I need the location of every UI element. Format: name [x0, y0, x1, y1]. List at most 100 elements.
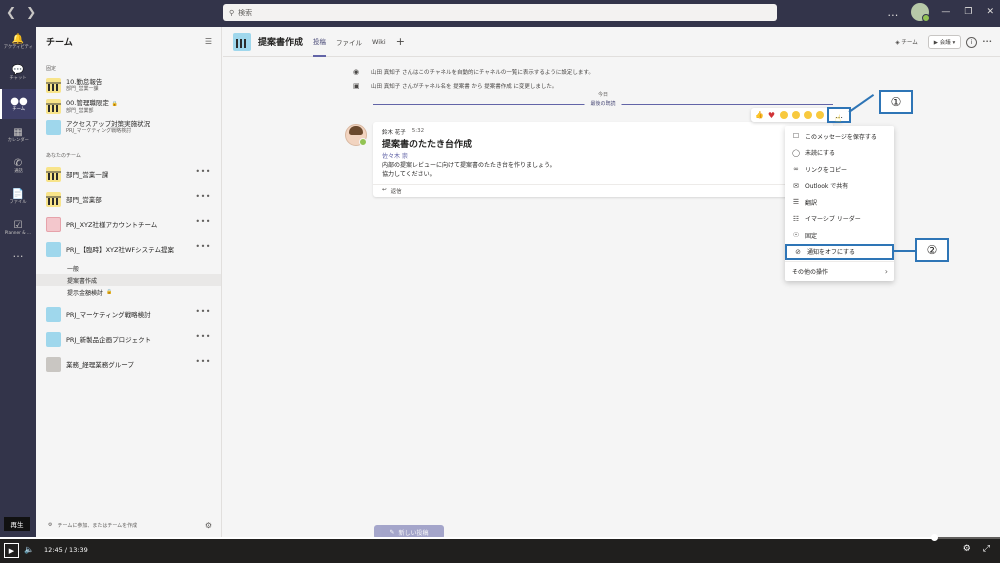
- fullscreen-icon[interactable]: ⤢: [983, 544, 990, 554]
- team-more-icon[interactable]: •••: [195, 217, 211, 226]
- rail-label: チャット: [9, 75, 27, 81]
- menu-label: その他の操作: [792, 268, 829, 276]
- files-icon: 📄: [11, 188, 25, 200]
- maximize-icon[interactable]: ❐: [964, 7, 972, 17]
- info-icon[interactable]: i: [966, 36, 978, 48]
- team-item[interactable]: 部門_営業一課 •••: [36, 162, 221, 187]
- menu-immersive-reader[interactable]: ☷ イマーシブ リーダー: [785, 211, 894, 228]
- rail-files[interactable]: 📄 ファイル: [0, 182, 36, 212]
- team-avatar: [46, 167, 61, 182]
- tab-posts[interactable]: 投稿: [313, 27, 327, 57]
- team-more-icon[interactable]: •••: [195, 307, 211, 316]
- surprised-reaction-icon[interactable]: [791, 111, 800, 120]
- lock-icon: 🔒: [111, 100, 119, 107]
- sad-reaction-icon[interactable]: [803, 111, 812, 120]
- rail-more-icon[interactable]: …: [0, 247, 36, 260]
- team-more-icon[interactable]: •••: [195, 332, 211, 341]
- channel-item-active[interactable]: 提案書作成: [36, 274, 221, 286]
- menu-pin[interactable]: ☉ 固定: [785, 227, 894, 244]
- menu-save-message[interactable]: ☐ このメッセージを保存する: [785, 128, 894, 145]
- angry-reaction-icon[interactable]: [815, 111, 824, 120]
- settings-icon[interactable]: ⚙: [205, 521, 212, 530]
- team-item[interactable]: PRJ_【臨時】XYZ社WFシステム提案 •••: [36, 237, 221, 262]
- team-more-icon[interactable]: •••: [195, 242, 211, 251]
- team-name: 00.管理職限定 🔒: [66, 99, 118, 108]
- menu-label: 通知をオフにする: [807, 249, 856, 257]
- join-create-team[interactable]: ⚙ チームに参加、またはチームを作成 ⚙: [36, 513, 222, 537]
- team-avatar: [46, 78, 61, 93]
- settings-icon[interactable]: ⚙: [963, 544, 971, 554]
- more-options-icon[interactable]: •••: [982, 39, 992, 45]
- player-controls-right: ⚙ ⤢: [963, 544, 990, 554]
- play-tooltip: 再生: [4, 517, 30, 531]
- pinned-item[interactable]: 00.管理職限定 🔒 部門_営業部: [36, 96, 221, 117]
- message-author[interactable]: 鈴木 花子: [382, 128, 406, 136]
- system-message: ◉ 山田 真知子 さんはこのチャネルを自動的にチャネルの一覧に表示するように設定…: [353, 68, 594, 76]
- search-input[interactable]: ⚲ 検索: [223, 4, 777, 21]
- menu-translate[interactable]: ☰ 翻訳: [785, 194, 894, 211]
- rail-calendar[interactable]: ▦ カレンダー: [0, 120, 36, 150]
- team-item[interactable]: 業務_経理業務グループ •••: [36, 352, 221, 377]
- team-text: 10.勤怠報告 部門_営業一課: [66, 78, 102, 93]
- channel-item[interactable]: 一般: [36, 262, 221, 274]
- today-label: 今日: [597, 92, 608, 98]
- team-badge-icon: ◈: [895, 40, 900, 46]
- message-card[interactable]: 鈴木 花子 5:32 提案書のたたき台作成 佐々木 崇 内部の提案レビューに向け…: [373, 122, 833, 197]
- filter-icon[interactable]: ☰: [205, 37, 212, 46]
- meet-button[interactable]: ▶ 会議 ▾: [927, 35, 962, 49]
- channel-title: 提案書作成: [258, 38, 304, 48]
- menu-more-actions[interactable]: その他の操作 ›: [785, 263, 894, 280]
- volume-icon[interactable]: 🔈: [24, 545, 34, 554]
- menu-share-outlook[interactable]: ✉ Outlook で共有: [785, 178, 894, 195]
- more-options-icon[interactable]: …: [887, 6, 899, 19]
- back-arrow-icon[interactable]: ❮: [6, 5, 16, 19]
- last-read-label: 最後の既読: [584, 100, 622, 107]
- laugh-reaction-icon[interactable]: [779, 111, 788, 120]
- teams-icon: ●●: [10, 95, 28, 107]
- rail-teams[interactable]: ●● チーム: [0, 89, 36, 119]
- menu-copy-link[interactable]: ∞ リンクをコピー: [785, 161, 894, 178]
- team-item[interactable]: PRJ_XYZ社様アカウントチーム •••: [36, 212, 221, 237]
- team-avatar: [46, 242, 61, 257]
- forward-arrow-icon[interactable]: ❯: [26, 5, 36, 19]
- team-name: PRJ_XYZ社様アカウントチーム: [66, 220, 158, 229]
- progress-track[interactable]: [0, 534, 1000, 541]
- channel-item[interactable]: 提示金額検討 🔒: [36, 286, 221, 298]
- progress-knob[interactable]: [931, 534, 938, 541]
- close-icon[interactable]: ✕: [986, 7, 994, 17]
- reply-button[interactable]: ↩ 返信: [382, 187, 402, 195]
- team-item[interactable]: PRJ_マーケティング戦略検討 •••: [36, 302, 221, 327]
- minimize-icon[interactable]: —: [941, 7, 950, 17]
- team-item[interactable]: 部門_営業部 •••: [36, 187, 221, 212]
- message-mention[interactable]: 佐々木 崇: [382, 151, 408, 160]
- team-avatar: [46, 217, 61, 232]
- play-button[interactable]: ▶: [4, 543, 19, 558]
- team-sub: 部門_営業一課: [66, 86, 99, 92]
- tab-files[interactable]: ファイル: [336, 27, 362, 57]
- rail-calls[interactable]: ✆ 通話: [0, 151, 36, 181]
- author-avatar[interactable]: [345, 124, 367, 146]
- team-name-text: 00.管理職限定: [66, 98, 109, 107]
- message-time: 5:32: [411, 128, 425, 134]
- meet-label: 会議: [939, 40, 951, 46]
- like-reaction-icon[interactable]: 👍: [755, 111, 764, 120]
- rail-chat[interactable]: 💬 チャット: [0, 58, 36, 88]
- rail-activity[interactable]: 🔔 アクティビティ: [0, 27, 36, 57]
- callout-line-2: [894, 250, 916, 252]
- pinned-item[interactable]: アクセスアップ対策実施状況 PRJ_マーケティング戦略検討: [36, 117, 221, 138]
- user-avatar[interactable]: [911, 3, 931, 22]
- heart-reaction-icon[interactable]: ♥: [767, 111, 776, 120]
- join-create-label: チームに参加、またはチームを作成: [57, 522, 138, 529]
- team-more-icon[interactable]: •••: [195, 167, 211, 176]
- menu-turn-off-notifications[interactable]: ⊘ 通知をオフにする: [785, 243, 894, 260]
- menu-mark-unread[interactable]: ◯ 未読にする: [785, 145, 894, 162]
- team-badge[interactable]: ◈ チーム: [890, 36, 922, 48]
- add-tab-icon[interactable]: +: [396, 35, 405, 48]
- team-more-icon[interactable]: •••: [195, 192, 211, 201]
- pinned-item[interactable]: 10.勤怠報告 部門_営業一課: [36, 75, 221, 96]
- tab-wiki[interactable]: Wiki: [372, 27, 386, 57]
- team-more-icon[interactable]: •••: [195, 357, 211, 366]
- team-item[interactable]: PRJ_新製品企画プロジェクト •••: [36, 327, 221, 352]
- rail-planner[interactable]: ☑ Planner & ...: [0, 213, 36, 243]
- team-name: 部門_営業部: [66, 195, 102, 204]
